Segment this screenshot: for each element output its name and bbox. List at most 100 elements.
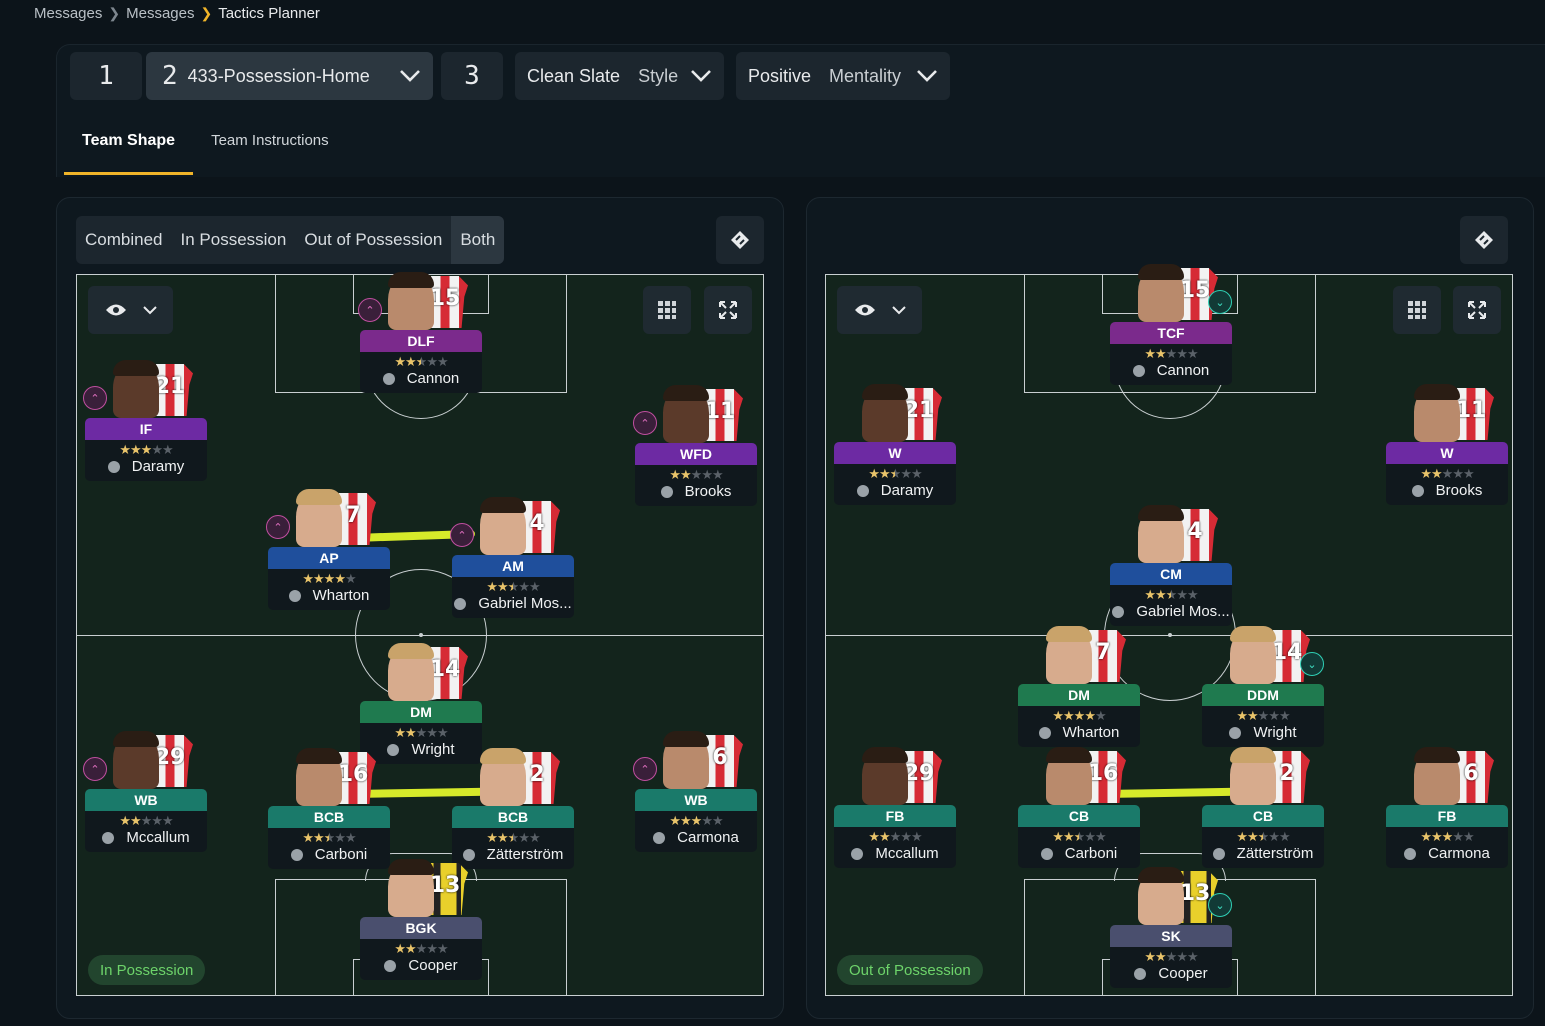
role-rating-stars: ★ ★ ★ ★ ★	[360, 941, 482, 956]
tactic-slot-1[interactable]: 1	[70, 52, 142, 100]
player-hair	[113, 731, 159, 747]
mentality-dropdown[interactable]: Positive Mentality	[736, 52, 950, 100]
breadcrumb-item-messages[interactable]: Messages	[34, 5, 102, 22]
star-full-icon: ★	[1063, 829, 1075, 844]
star-empty-icon: ★	[518, 579, 530, 594]
player-card[interactable]: 16 BCB ★ ★ ★ ★ ★ Carboni	[268, 746, 390, 869]
role-label: DM	[360, 701, 482, 723]
star-full-icon: ★	[1431, 829, 1443, 844]
player-card[interactable]: 6 FB ★ ★ ★ ★ ★ Carmona	[1386, 745, 1508, 868]
player-card[interactable]: 21 ⌃ IF ★ ★ ★ ★ ★ Daramy	[83, 358, 207, 481]
role-label: DDM	[1202, 684, 1324, 706]
person-icon	[1112, 606, 1125, 618]
star-half-icon: ★	[415, 354, 428, 369]
person-icon	[384, 960, 397, 972]
star-full-icon: ★	[879, 829, 891, 844]
player-portrait: 14 ⌄	[1202, 624, 1324, 684]
player-card[interactable]: 29 FB ★ ★ ★ ★ ★ Mccallum	[834, 745, 956, 868]
role-rating-stars: ★ ★ ★ ★ ★	[1202, 708, 1324, 723]
role-label: TCF	[1110, 322, 1232, 344]
player-card[interactable]: 11 W ★ ★ ★ ★ ★ Brooks	[1386, 382, 1508, 505]
star-full-icon: ★	[1420, 829, 1432, 844]
role-label: WB	[85, 789, 207, 811]
role-rating-stars: ★ ★ ★ ★ ★	[452, 830, 574, 845]
star-half-icon: ★	[889, 466, 902, 481]
star-full-icon: ★	[669, 813, 681, 828]
player-card[interactable]: 29 ⌃ WB ★ ★ ★ ★ ★ Mccallum	[83, 729, 207, 852]
style-value: Clean Slate	[527, 65, 621, 86]
player-card[interactable]: 13 ⌄ SK ★ ★ ★ ★ ★ Cooper	[1110, 865, 1232, 988]
star-empty-icon: ★	[900, 829, 912, 844]
star-full-icon: ★	[313, 571, 325, 586]
player-card[interactable]: 2 BCB ★ ★ ★ ★ ★ Zätterström	[452, 746, 574, 869]
player-hair	[1138, 264, 1184, 280]
tactic-slot-2[interactable]: 2 433-Possession-Home	[146, 52, 433, 100]
grid-view-button[interactable]	[643, 286, 691, 334]
player-card[interactable]: 2 CB ★ ★ ★ ★ ★ Zätterström	[1202, 745, 1324, 868]
player-card[interactable]: 15 ⌄ TCF ★ ★ ★ ★ ★ Cannon	[1110, 262, 1232, 385]
star-empty-icon: ★	[528, 830, 541, 845]
role-label: IF	[85, 418, 207, 440]
view-option-both[interactable]: Both	[451, 216, 505, 264]
swap-icon-button[interactable]	[1460, 216, 1508, 264]
role-label: WB	[635, 789, 757, 811]
visibility-toggle[interactable]	[837, 286, 922, 334]
player-name-row: Mccallum	[85, 828, 207, 848]
role-badge-icon: ⌃	[633, 757, 657, 781]
mentality-value: Positive	[748, 65, 812, 86]
role-label: DM	[1018, 684, 1140, 706]
tactic-slot-3[interactable]: 3	[441, 52, 503, 100]
player-card[interactable]: 6 ⌃ WB ★ ★ ★ ★ ★ Carmona	[633, 729, 757, 852]
expand-button[interactable]	[704, 286, 752, 334]
player-portrait: 21	[834, 382, 956, 442]
player-card[interactable]: 4 CM ★ ★ ★ ★ ★ Gabriel Mos...	[1110, 503, 1232, 626]
player-card[interactable]: 21 W ★ ★ ★ ★ ★ Daramy	[834, 382, 956, 505]
player-name-row: Cannon	[1110, 361, 1232, 381]
role-rating-stars: ★ ★ ★ ★ ★	[1018, 708, 1140, 723]
person-icon	[1212, 848, 1225, 860]
grid-view-button[interactable]	[1393, 286, 1441, 334]
view-option-combined[interactable]: Combined	[76, 216, 172, 264]
player-hair	[296, 748, 342, 764]
player-portrait: 2	[1202, 745, 1324, 805]
player-card[interactable]: 16 CB ★ ★ ★ ★ ★ Carboni	[1018, 745, 1140, 868]
expand-button[interactable]	[1453, 286, 1501, 334]
star-full-icon: ★	[868, 466, 880, 481]
swap-icon-button[interactable]	[716, 216, 764, 264]
eye-icon	[105, 304, 126, 316]
tab-team-shape[interactable]: Team Shape	[64, 128, 194, 175]
player-card[interactable]: 7 DM ★ ★ ★ ★ ★ Wharton	[1018, 624, 1140, 747]
role-label: BCB	[268, 806, 390, 828]
player-info: ★ ★ ★ ★ ★ Carmona	[635, 811, 757, 852]
person-icon	[856, 485, 869, 497]
player-card[interactable]: 4 ⌃ AM ★ ★ ★ ★ ★ Gabriel Mos...	[450, 495, 574, 618]
player-name: Daramy	[880, 482, 934, 499]
player-info: ★ ★ ★ ★ ★ Gabriel Mos...	[1110, 585, 1232, 626]
swap-icon	[1475, 231, 1493, 249]
visibility-toggle[interactable]	[88, 286, 173, 334]
player-info: ★ ★ ★ ★ ★ Wright	[1202, 706, 1324, 747]
player-card[interactable]: 14 ⌄ DDM ★ ★ ★ ★ ★ Wright	[1202, 624, 1324, 747]
star-empty-icon: ★	[151, 442, 163, 457]
star-empty-icon: ★	[1278, 829, 1291, 844]
chevron-down-icon[interactable]	[690, 69, 712, 83]
person-icon	[1038, 727, 1051, 739]
view-option-out-of-possession[interactable]: Out of Possession	[295, 216, 451, 264]
role-rating-stars: ★ ★ ★ ★ ★	[1110, 587, 1232, 602]
breadcrumb-item-messages-2[interactable]: Messages	[126, 5, 194, 22]
star-full-icon: ★	[119, 442, 131, 457]
chevron-down-icon[interactable]	[399, 69, 421, 83]
view-option-in-possession[interactable]: In Possession	[172, 216, 296, 264]
star-full-icon: ★	[1441, 829, 1454, 844]
player-card[interactable]: 15 ⌃ DLF ★ ★ ★ ★ ★ Cannon	[358, 270, 482, 393]
tactic-name: 433-Possession-Home	[187, 65, 370, 86]
chevron-down-icon[interactable]	[916, 69, 938, 83]
player-card[interactable]: 13 BGK ★ ★ ★ ★ ★ Cooper	[360, 857, 482, 980]
tab-team-instructions[interactable]: Team Instructions	[193, 128, 347, 172]
style-dropdown[interactable]: Clean Slate Style	[515, 52, 724, 100]
star-empty-icon: ★	[161, 813, 174, 828]
star-full-icon: ★	[1073, 708, 1086, 723]
player-card[interactable]: 7 ⌃ AP ★ ★ ★ ★ ★ Wharton	[266, 487, 390, 610]
star-empty-icon: ★	[1268, 829, 1280, 844]
player-card[interactable]: 11 ⌃ WFD ★ ★ ★ ★ ★ Brooks	[633, 383, 757, 506]
